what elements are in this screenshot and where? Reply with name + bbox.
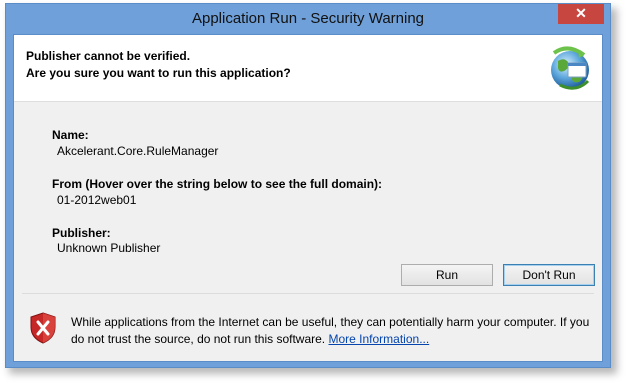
application-name-value: Akcelerant.Core.RuleManager <box>57 144 219 158</box>
security-footer-message: While applications from the Internet can… <box>71 314 591 348</box>
dont-run-button[interactable]: Don't Run <box>503 264 595 286</box>
name-label: Name: <box>52 128 89 142</box>
from-domain-value[interactable]: 01-2012web01 <box>57 193 136 207</box>
security-warning-dialog: Application Run - Security Warning ✕ Pub… <box>5 3 611 368</box>
dialog-body: Publisher cannot be verified. Are you su… <box>13 34 603 362</box>
run-confirmation-question: Are you sure you want to run this applic… <box>26 66 291 80</box>
more-information-link[interactable]: More Information... <box>328 332 429 346</box>
footer-divider <box>22 293 594 294</box>
run-button[interactable]: Run <box>401 264 493 286</box>
warning-header: Publisher cannot be verified. Are you su… <box>14 35 602 102</box>
window-title: Application Run - Security Warning <box>191 10 425 27</box>
application-globe-icon <box>551 46 590 90</box>
close-icon: ✕ <box>575 5 587 21</box>
from-label: From (Hover over the string below to see… <box>52 177 383 191</box>
publisher-label: Publisher: <box>52 226 111 240</box>
close-button[interactable]: ✕ <box>558 4 604 24</box>
publisher-value: Unknown Publisher <box>57 241 161 255</box>
title-bar[interactable]: Application Run - Security Warning ✕ <box>6 4 610 34</box>
shield-warning-icon <box>30 312 56 344</box>
publisher-warning-text: Publisher cannot be verified. <box>26 49 191 63</box>
